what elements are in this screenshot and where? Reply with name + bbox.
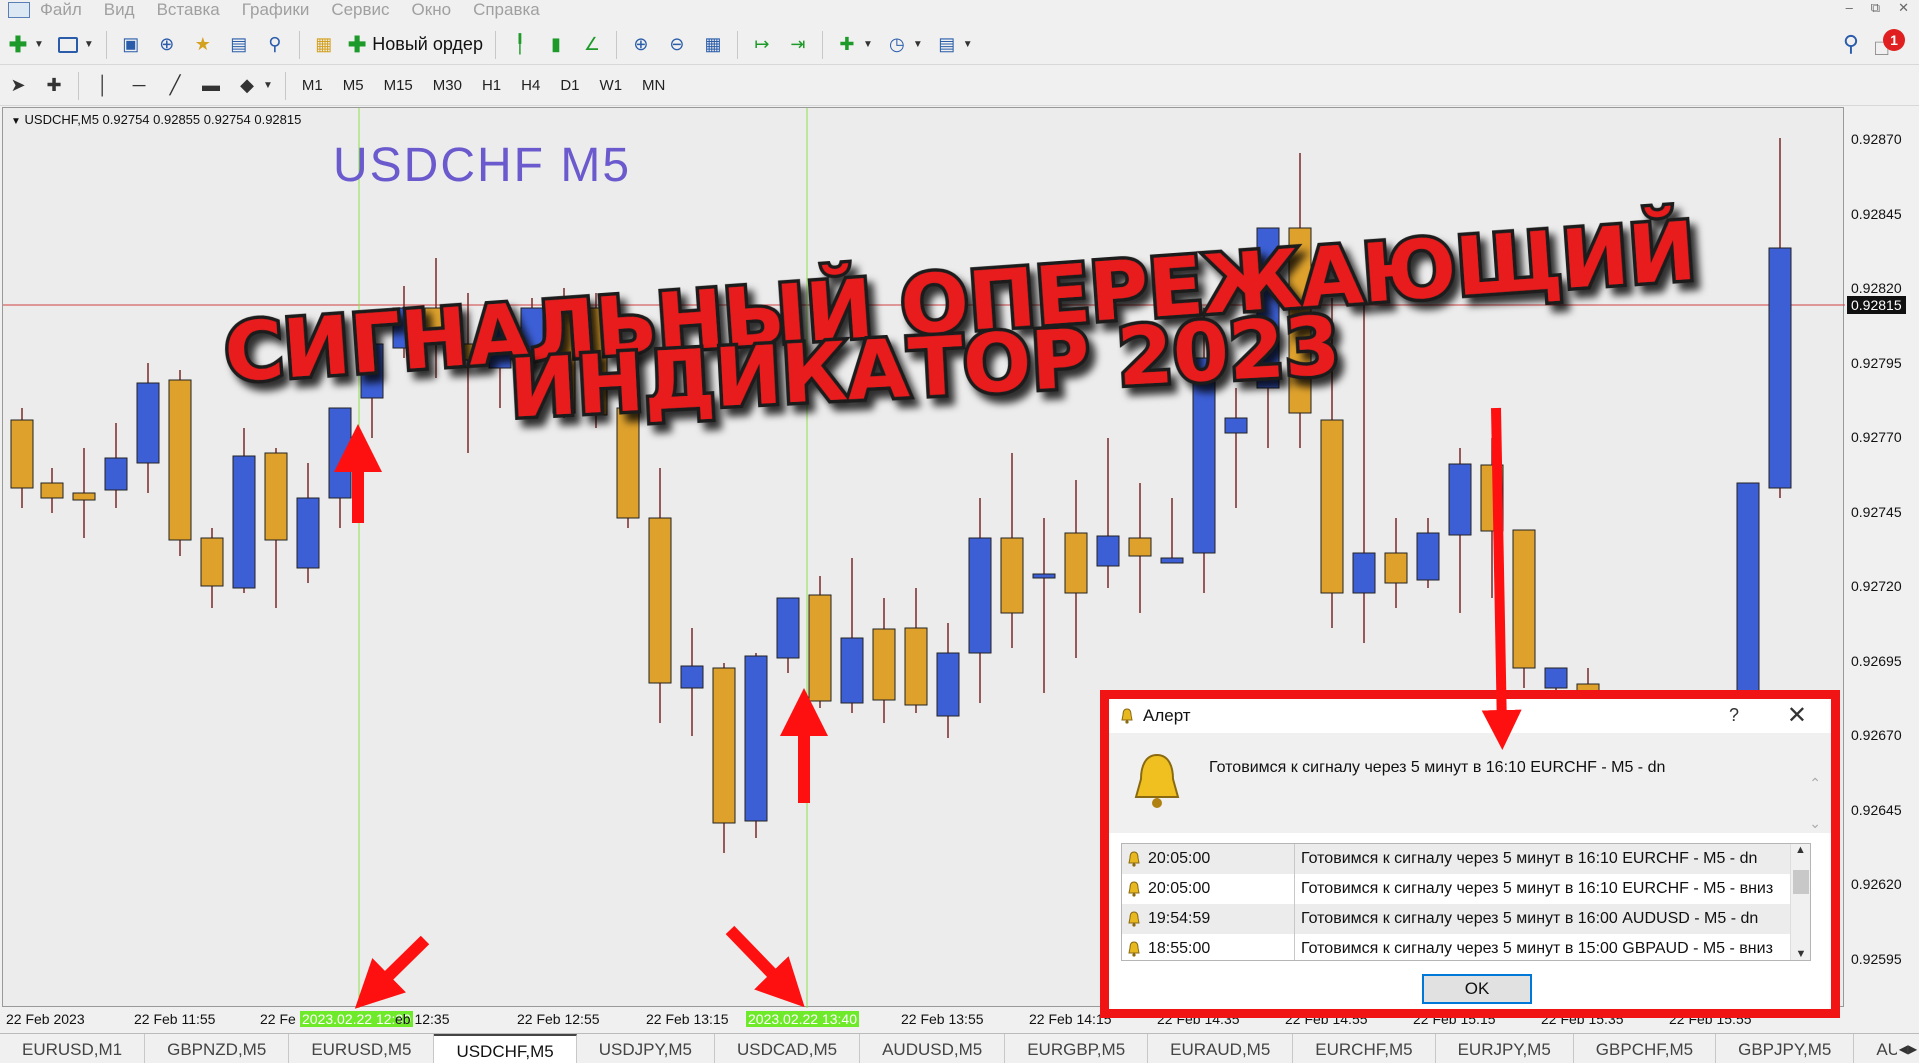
- alert-pointer-arrow: [1481, 407, 1522, 750]
- annotation-arrows: [334, 407, 1522, 1009]
- signal-time-arrow: [725, 925, 805, 1008]
- terminal-window: Файл Вид Вставка Графики Сервис Окно Спр…: [0, 0, 1919, 1063]
- signal-time-arrow: [354, 935, 430, 1009]
